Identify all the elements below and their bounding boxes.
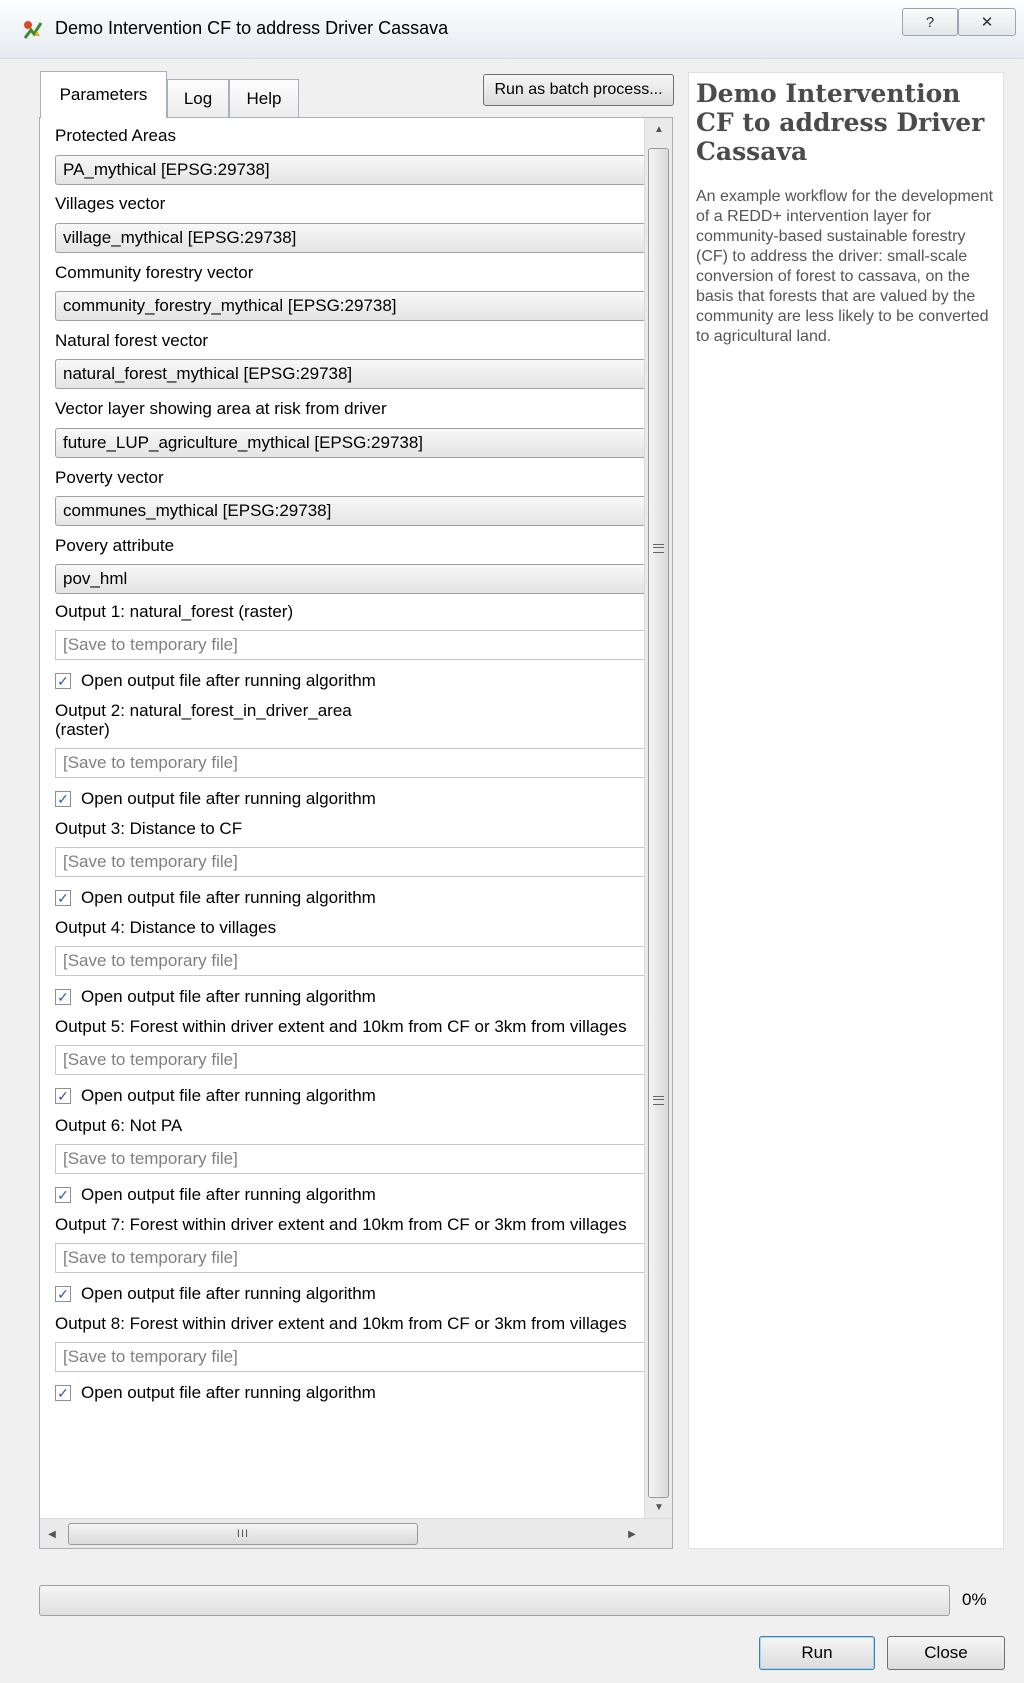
checkbox-checked-icon[interactable]: ✓	[55, 1286, 71, 1302]
natural-forest-select[interactable]: natural_forest_mythical [EPSG:29738]	[55, 359, 644, 389]
open-output-checkbox-row[interactable]: ✓ Open output file after running algorit…	[55, 1184, 376, 1206]
output-label: Output 7: Forest within driver extent an…	[55, 1215, 627, 1234]
output-file-input[interactable]: [Save to temporary file]	[55, 630, 644, 660]
run-button[interactable]: Run	[759, 1636, 875, 1670]
run-batch-button[interactable]: Run as batch process...	[483, 74, 674, 106]
vertical-scrollbar[interactable]: ▲ ▼	[644, 118, 672, 1518]
open-output-checkbox-row[interactable]: ✓ Open output file after running algorit…	[55, 670, 376, 692]
output-label: Output 4: Distance to villages	[55, 918, 277, 937]
output-file-input[interactable]: [Save to temporary file]	[55, 1342, 644, 1372]
protected-areas-select[interactable]: PA_mythical [EPSG:29738]	[55, 155, 644, 185]
output-label-line2: (raster)	[55, 720, 110, 739]
vertical-scroll-thumb[interactable]	[648, 148, 669, 1498]
open-output-checkbox-row[interactable]: ✓ Open output file after running algorit…	[55, 986, 376, 1008]
open-output-checkbox-row[interactable]: ✓ Open output file after running algorit…	[55, 1382, 376, 1404]
risk-area-label: Vector layer showing area at risk from d…	[55, 399, 387, 418]
checkbox-checked-icon[interactable]: ✓	[55, 791, 71, 807]
horizontal-scrollbar[interactable]: ◀ III ▶	[40, 1518, 672, 1548]
window-title: Demo Intervention CF to address Driver C…	[55, 18, 449, 38]
scroll-corner	[644, 1519, 672, 1548]
grip-icon: III	[236, 1528, 250, 1540]
output-file-input[interactable]: [Save to temporary file]	[55, 1144, 644, 1174]
close-button[interactable]: Close	[887, 1636, 1005, 1670]
output-label: Output 2: natural_forest_in_driver_area	[55, 701, 352, 720]
checkbox-checked-icon[interactable]: ✓	[55, 989, 71, 1005]
output-file-input[interactable]: [Save to temporary file]	[55, 946, 644, 976]
output-file-input[interactable]: [Save to temporary file]	[55, 1243, 644, 1273]
community-forestry-select[interactable]: community_forestry_mythical [EPSG:29738]	[55, 291, 644, 321]
protected-areas-label: Protected Areas	[55, 126, 176, 145]
villages-label: Villages vector	[55, 194, 166, 213]
grip-icon	[653, 1096, 664, 1105]
parameters-scroll-area: Protected Areas PA_mythical [EPSG:29738]…	[40, 118, 644, 1518]
natural-forest-label: Natural forest vector	[55, 331, 209, 350]
question-icon: ?	[925, 13, 935, 31]
output-label: Output 1: natural_forest (raster)	[55, 602, 294, 621]
parameters-panel: Protected Areas PA_mythical [EPSG:29738]…	[39, 117, 673, 1549]
scroll-down-arrow-icon[interactable]: ▼	[645, 1496, 672, 1518]
open-output-label: Open output file after running algorithm	[81, 1185, 376, 1204]
output-label: Output 3: Distance to CF	[55, 819, 243, 838]
open-output-label: Open output file after running algorithm	[81, 1284, 376, 1303]
open-output-label: Open output file after running algorithm	[81, 1383, 376, 1402]
output-file-input[interactable]: [Save to temporary file]	[55, 1045, 644, 1075]
progress-bar	[39, 1585, 950, 1616]
poverty-vector-select[interactable]: communes_mythical [EPSG:29738]	[55, 496, 644, 526]
checkbox-checked-icon[interactable]: ✓	[55, 1187, 71, 1203]
open-output-label: Open output file after running algorithm	[81, 1086, 376, 1105]
checkbox-checked-icon[interactable]: ✓	[55, 890, 71, 906]
output-file-input[interactable]: [Save to temporary file]	[55, 847, 644, 877]
scroll-left-arrow-icon[interactable]: ◀	[40, 1519, 64, 1548]
open-output-checkbox-row[interactable]: ✓ Open output file after running algorit…	[55, 1283, 376, 1305]
tab-parameters[interactable]: Parameters	[40, 71, 167, 118]
risk-area-select[interactable]: future_LUP_agriculture_mythical [EPSG:29…	[55, 428, 644, 458]
help-description: An example workflow for the development …	[696, 188, 994, 345]
tab-log[interactable]: Log	[167, 79, 229, 117]
open-output-label: Open output file after running algorithm	[81, 888, 376, 907]
output-label: Output 8: Forest within driver extent an…	[55, 1314, 627, 1333]
tab-help[interactable]: Help	[229, 79, 299, 117]
grip-icon	[653, 544, 664, 553]
checkbox-checked-icon[interactable]: ✓	[55, 1385, 71, 1401]
scroll-right-arrow-icon[interactable]: ▶	[620, 1519, 644, 1548]
close-icon: ✕	[980, 14, 994, 31]
window-close-button[interactable]: ✕	[958, 8, 1016, 36]
open-output-label: Open output file after running algorithm	[81, 671, 376, 690]
dialog-window: Demo Intervention CF to address Driver C…	[0, 0, 1024, 1683]
context-help-button[interactable]: ?	[902, 8, 958, 36]
open-output-checkbox-row[interactable]: ✓ Open output file after running algorit…	[55, 788, 376, 810]
open-output-label: Open output file after running algorithm	[81, 789, 376, 808]
help-pane: Demo Intervention CF to address Driver C…	[688, 72, 1004, 1549]
community-forestry-label: Community forestry vector	[55, 263, 254, 282]
output-file-input[interactable]: [Save to temporary file]	[55, 748, 644, 778]
output-label: Output 6: Not PA	[55, 1116, 183, 1135]
title-bar: Demo Intervention CF to address Driver C…	[0, 0, 1024, 59]
scroll-up-arrow-icon[interactable]: ▲	[645, 118, 672, 140]
open-output-checkbox-row[interactable]: ✓ Open output file after running algorit…	[55, 887, 376, 909]
poverty-attribute-label: Povery attribute	[55, 536, 175, 555]
qgis-app-icon	[23, 21, 43, 39]
help-title: Demo Intervention CF to address Driver C…	[696, 79, 985, 166]
horizontal-scroll-thumb[interactable]: III	[68, 1523, 418, 1545]
checkbox-checked-icon[interactable]: ✓	[55, 673, 71, 689]
progress-percent: 0%	[962, 1590, 987, 1609]
poverty-vector-label: Poverty vector	[55, 468, 164, 487]
output-label: Output 5: Forest within driver extent an…	[55, 1017, 627, 1036]
open-output-label: Open output file after running algorithm	[81, 987, 376, 1006]
villages-select[interactable]: village_mythical [EPSG:29738]	[55, 223, 644, 253]
open-output-checkbox-row[interactable]: ✓ Open output file after running algorit…	[55, 1085, 376, 1107]
checkbox-checked-icon[interactable]: ✓	[55, 1088, 71, 1104]
poverty-attribute-select[interactable]: pov_hml	[55, 564, 644, 594]
